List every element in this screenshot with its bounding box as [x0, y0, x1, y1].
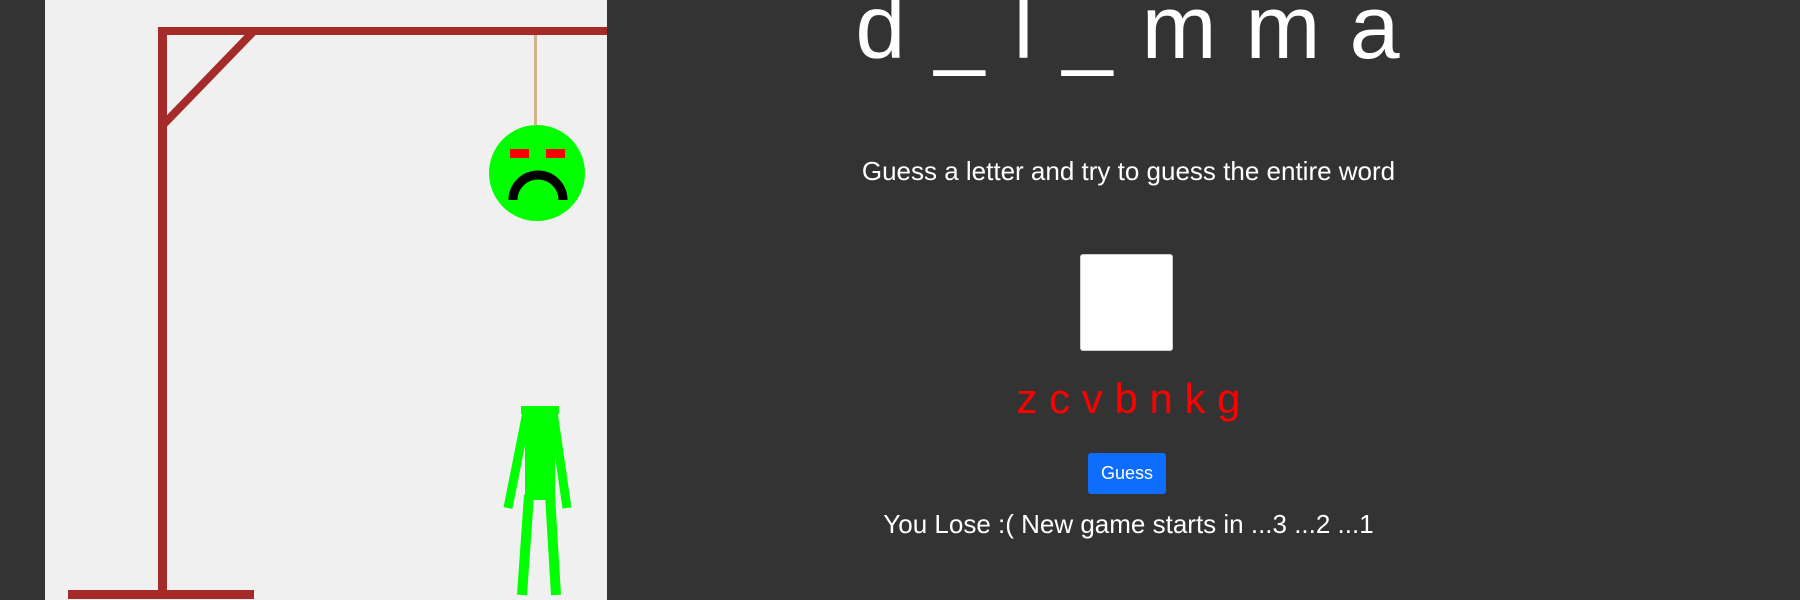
hangman-left-arm — [503, 411, 532, 509]
rope — [534, 35, 537, 125]
gallows-beam — [158, 27, 607, 35]
letter-guess-input[interactable] — [1080, 254, 1173, 351]
gallows-panel — [45, 0, 607, 600]
wrong-letters: z c v b n k g — [1016, 375, 1241, 422]
hangman-right-leg — [545, 494, 561, 596]
guess-button[interactable]: Guess — [1088, 453, 1166, 494]
hangman-page: d _ l _ m m a Guess a letter and try to … — [0, 0, 1800, 600]
hangman-drawing — [68, 27, 607, 599]
status-message: You Lose :( New game starts in ...3 ...2… — [883, 509, 1374, 539]
right-eye — [546, 149, 565, 158]
instruction-text: Guess a letter and try to guess the enti… — [861, 156, 1396, 186]
left-eye — [510, 149, 529, 158]
word-display: d _ l _ m m a — [855, 0, 1402, 78]
gallows-pole — [158, 27, 167, 595]
gallows-brace — [159, 29, 256, 129]
hangman-left-leg — [517, 494, 534, 596]
hangman-right-arm — [548, 411, 572, 509]
